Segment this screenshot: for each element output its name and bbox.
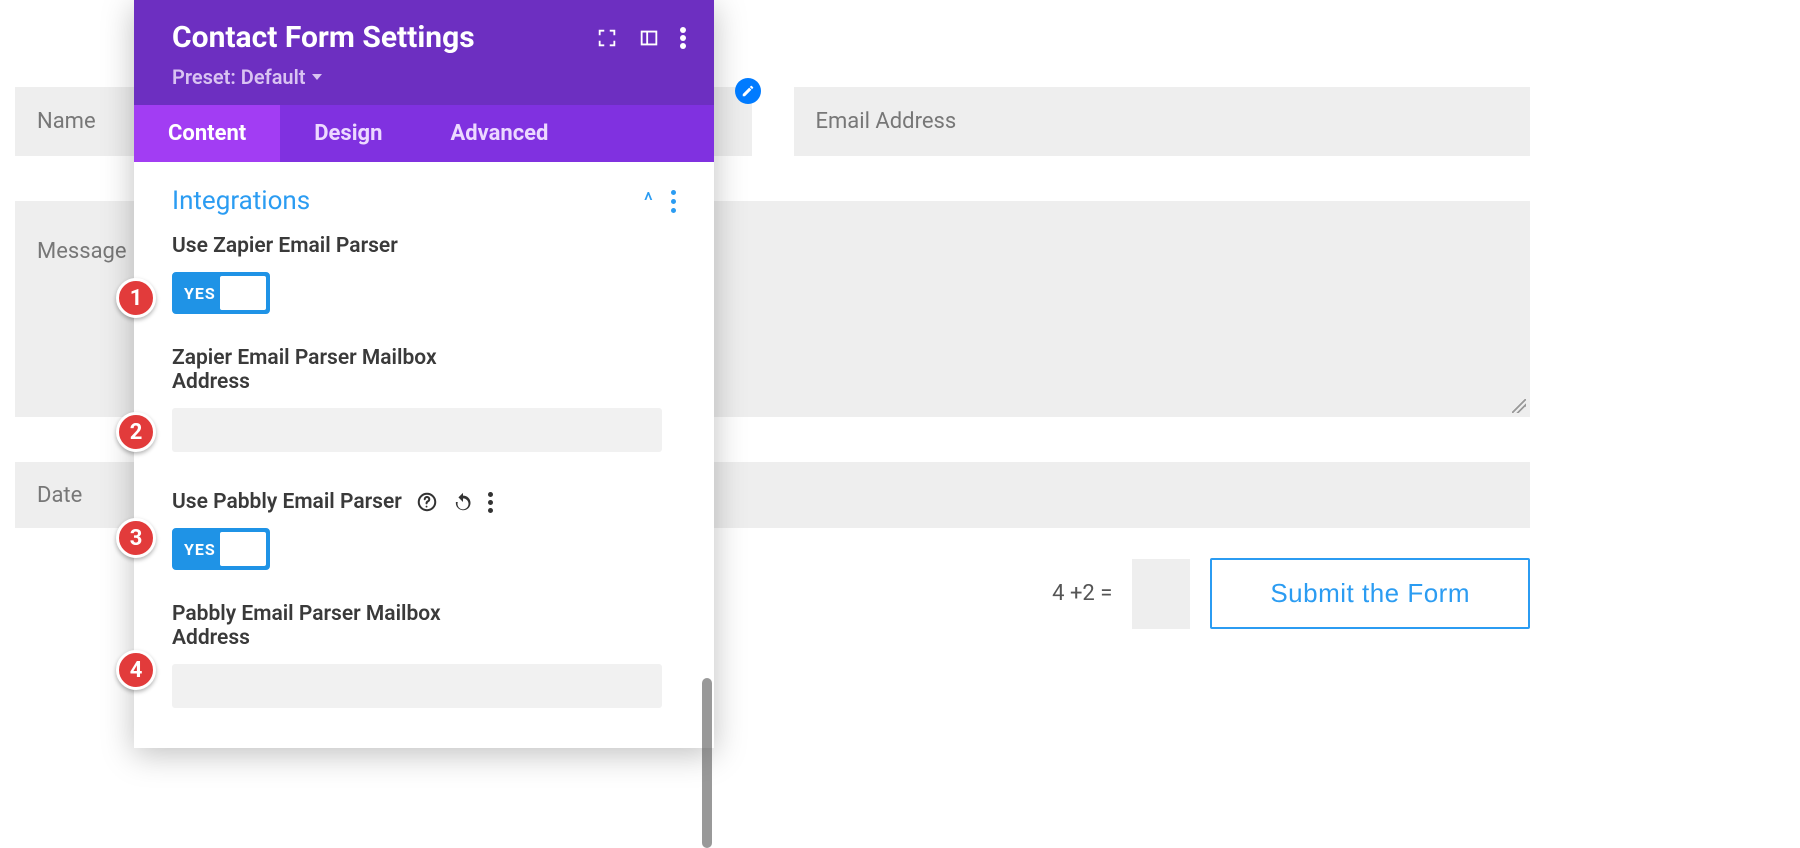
- pabbly-use-label: Use Pabbly Email Parser: [172, 490, 676, 514]
- panel-header: Contact Form Settings Preset: Default: [134, 0, 714, 105]
- tab-content[interactable]: Content: [134, 105, 280, 162]
- chevron-down-icon: [312, 74, 322, 80]
- pabbly-mailbox-input[interactable]: [172, 664, 662, 708]
- expand-icon[interactable]: [596, 27, 618, 49]
- side-panel-icon[interactable]: [638, 27, 660, 49]
- annotation-badge-4: 4: [116, 650, 156, 690]
- panel-body: Integrations ^ Use Zapier Email Parser Y…: [134, 162, 714, 748]
- preset-dropdown[interactable]: Preset: Default: [172, 65, 686, 89]
- annotation-badge-2: 2: [116, 412, 156, 452]
- panel-title: Contact Form Settings: [172, 20, 576, 55]
- pabbly-mailbox-label: Pabbly Email Parser Mailbox Address: [172, 602, 472, 650]
- tabs: Content Design Advanced: [134, 105, 714, 162]
- captcha-input[interactable]: [1132, 559, 1190, 629]
- zapier-toggle[interactable]: YES: [172, 272, 270, 314]
- zapier-mailbox-input[interactable]: [172, 408, 662, 452]
- option-more-icon[interactable]: [488, 492, 493, 513]
- annotation-badge-1: 1: [116, 278, 156, 318]
- chevron-up-icon[interactable]: ^: [644, 189, 653, 214]
- preset-label: Preset: Default: [172, 65, 306, 89]
- captcha-label: 4 +2 =: [1052, 581, 1112, 606]
- pabbly-toggle[interactable]: YES: [172, 528, 270, 570]
- section-more-icon[interactable]: [671, 190, 676, 213]
- tab-design[interactable]: Design: [280, 105, 416, 162]
- reset-icon[interactable]: [452, 491, 474, 513]
- toggle-knob: [220, 276, 266, 310]
- scrollbar-thumb[interactable]: [702, 678, 712, 848]
- annotation-badge-3: 3: [116, 518, 156, 558]
- zapier-mailbox-label: Zapier Email Parser Mailbox Address: [172, 346, 472, 394]
- submit-button[interactable]: Submit the Form: [1210, 558, 1530, 629]
- edit-module-icon[interactable]: [735, 78, 761, 104]
- settings-panel: Contact Form Settings Preset: Default Co…: [134, 0, 714, 748]
- section-integrations-title[interactable]: Integrations: [172, 186, 644, 216]
- tab-advanced[interactable]: Advanced: [416, 105, 582, 162]
- help-icon[interactable]: [416, 491, 438, 513]
- toggle-yes-label: YES: [174, 284, 216, 303]
- zapier-use-label: Use Zapier Email Parser: [172, 234, 676, 258]
- toggle-yes-label: YES: [174, 540, 216, 559]
- more-icon[interactable]: [680, 27, 686, 49]
- captcha-row: 4 +2 = Submit the Form: [1052, 558, 1530, 629]
- toggle-knob: [220, 532, 266, 566]
- email-field[interactable]: Email Address: [794, 87, 1531, 156]
